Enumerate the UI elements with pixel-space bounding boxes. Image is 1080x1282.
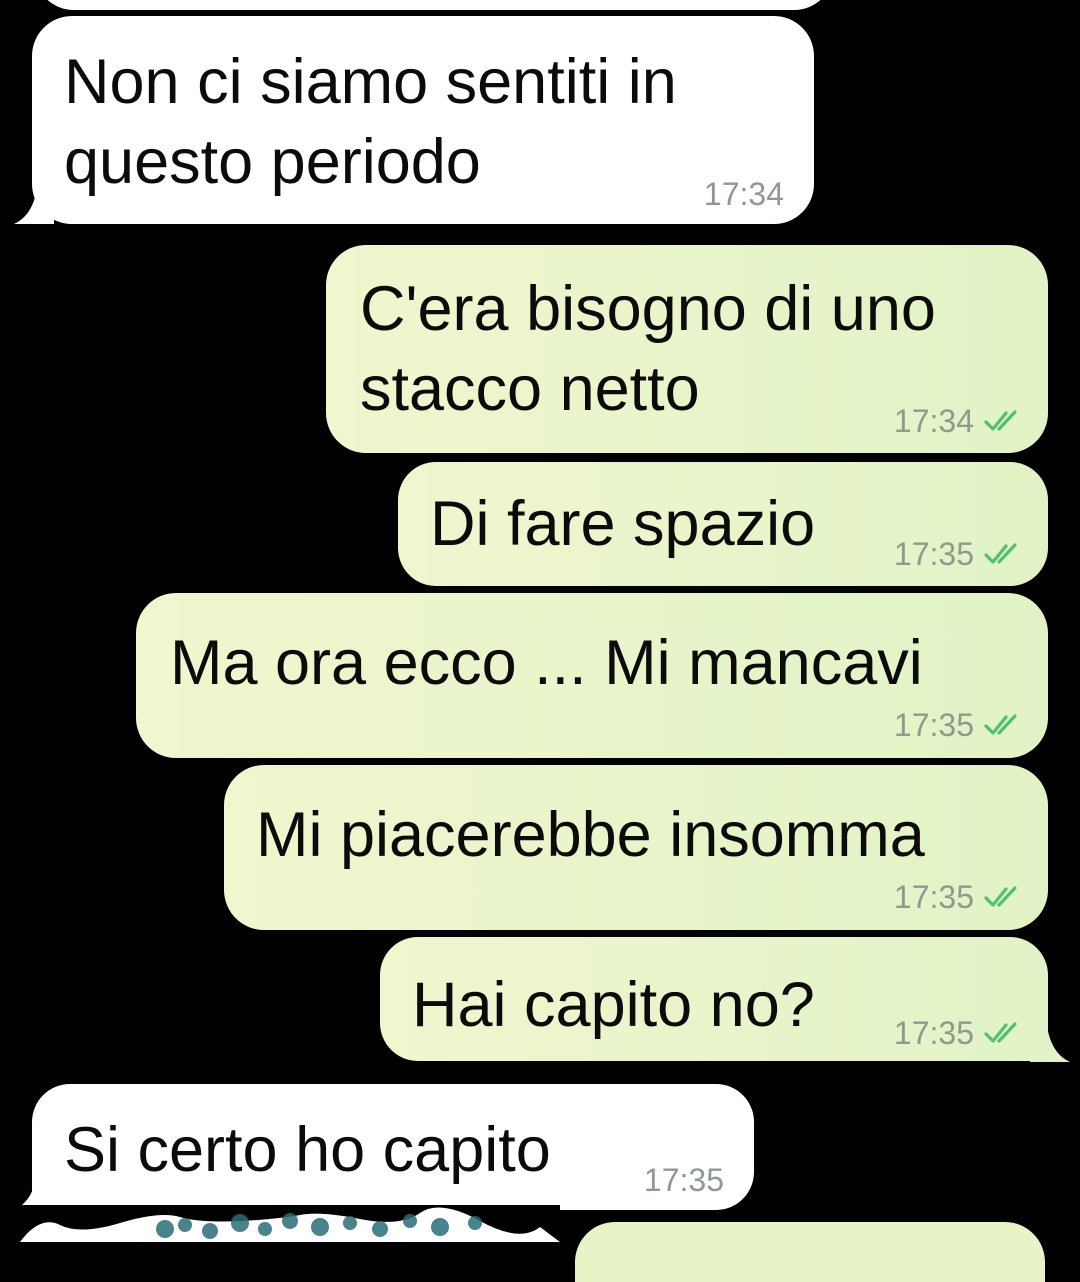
double-check-read-icon	[984, 543, 1017, 564]
message-bubble-outgoing[interactable]: Ma ora ecco ... Mi mancavi 17:35	[136, 593, 1048, 758]
message-meta: 17:34	[894, 403, 1026, 439]
double-check-read-icon	[984, 714, 1017, 735]
message-text: Non ci siamo sentiti in questo periodo	[64, 47, 677, 197]
message-bubble-incoming[interactable]: Si certo ho capito 17:35	[32, 1084, 754, 1210]
message-time: 17:35	[893, 879, 974, 915]
message-meta: 17:34	[704, 176, 784, 212]
message-text: Di fare spazio	[430, 489, 816, 559]
image-message-preview[interactable]	[0, 1205, 560, 1242]
double-check-read-icon	[984, 886, 1017, 907]
message-meta: 17:35	[894, 879, 1026, 915]
message-meta: 17:35	[894, 1015, 1026, 1051]
message-meta: 17:35	[894, 707, 1026, 743]
message-time: 17:35	[893, 536, 974, 572]
message-text: C'era bisogno di uno stacco netto	[360, 274, 936, 424]
message-text: Mi piacerebbe insomma	[256, 800, 925, 870]
message-bubble-outgoing[interactable]: Mi piacerebbe insomma 17:35	[224, 765, 1048, 930]
message-text: Si certo ho capito	[64, 1115, 551, 1185]
message-time: 17:35	[893, 707, 974, 743]
message-bubble-incoming[interactable]: Non ci siamo sentiti in questo periodo 1…	[32, 16, 814, 224]
message-meta: 17:35	[894, 536, 1026, 572]
message-meta: 17:35	[644, 1162, 724, 1198]
message-time: 17:34	[893, 403, 974, 439]
message-time: 17:34	[703, 176, 784, 212]
message-bubble-outgoing[interactable]: C'era bisogno di uno stacco netto 17:34	[326, 245, 1048, 453]
message-text: Hai capito no?	[412, 970, 815, 1040]
message-time: 17:35	[643, 1162, 724, 1198]
double-check-read-icon	[984, 410, 1017, 431]
partial-message-bubble-bottom	[575, 1222, 1045, 1282]
message-text: Ma ora ecco ... Mi mancavi	[170, 628, 923, 698]
double-check-read-icon	[984, 1022, 1017, 1043]
message-bubble-outgoing[interactable]: Hai capito no? 17:35	[380, 937, 1048, 1061]
message-bubble-outgoing[interactable]: Di fare spazio 17:35	[398, 462, 1048, 586]
partial-message-bubble-top	[34, 0, 834, 10]
message-time: 17:35	[893, 1015, 974, 1051]
